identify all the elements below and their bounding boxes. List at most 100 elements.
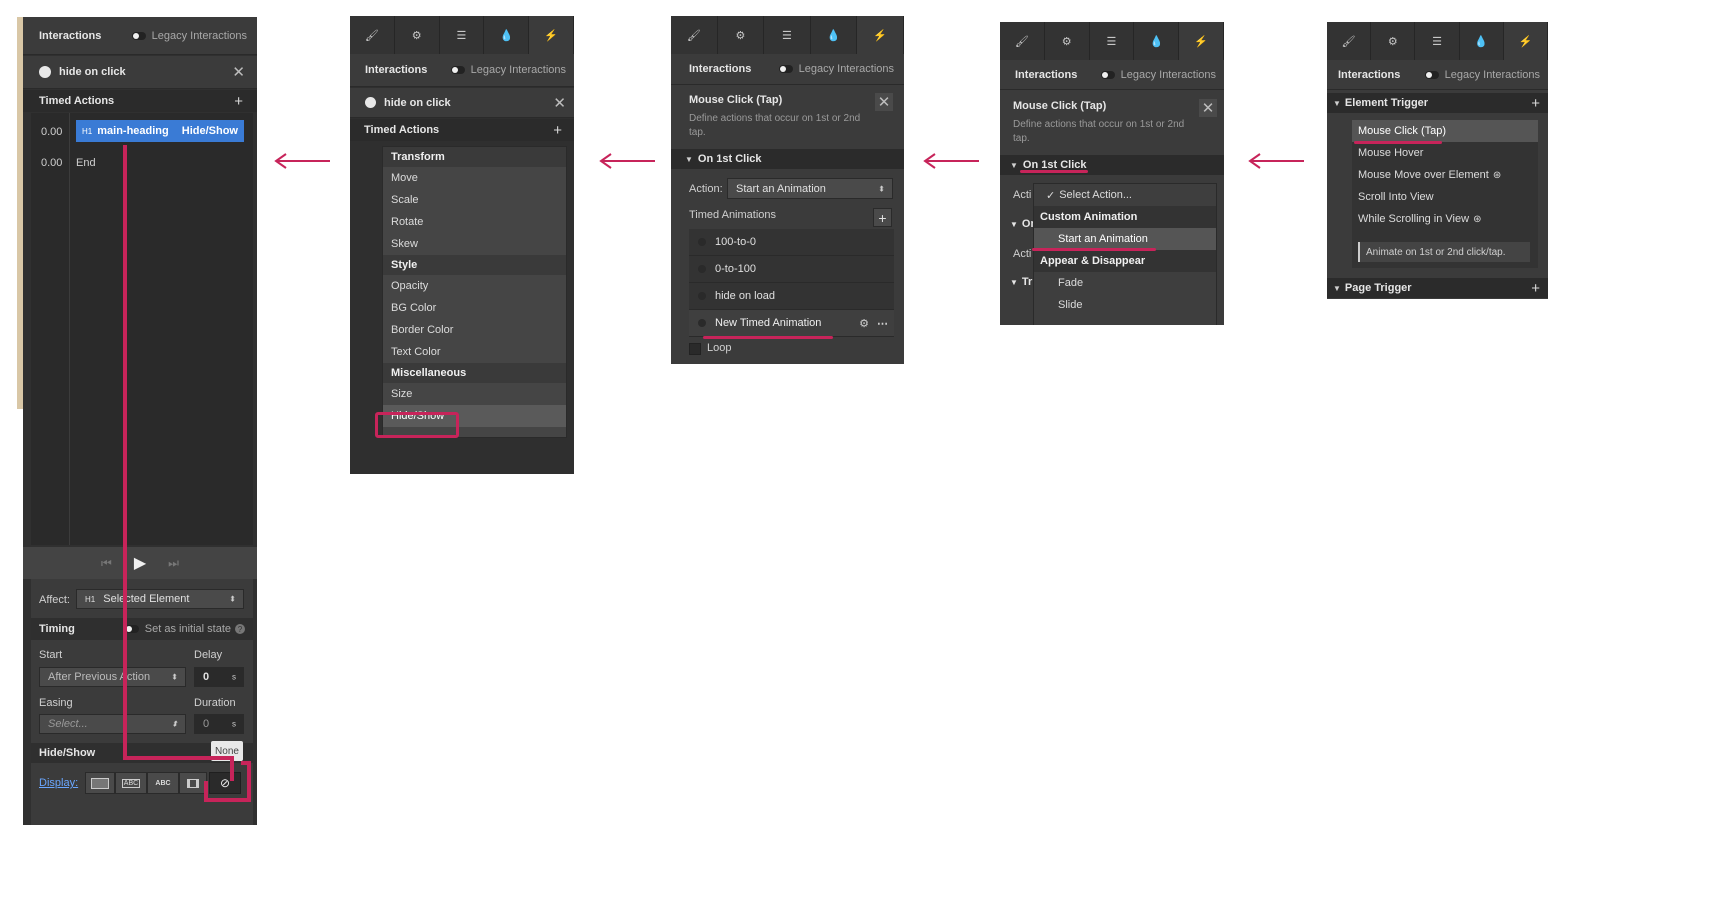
skip-back-icon[interactable]: ⏮ bbox=[101, 556, 112, 571]
add-action-icon[interactable]: + bbox=[234, 93, 243, 110]
page-trigger-label: Page Trigger bbox=[1344, 282, 1412, 294]
tab-interactions[interactable]: ⚡ bbox=[1179, 22, 1224, 60]
lightning-icon: ⚡ bbox=[544, 29, 558, 42]
dropdown-item-slide[interactable]: Slide bbox=[1034, 294, 1216, 316]
loop-label: Loop bbox=[707, 342, 732, 354]
tab-interactions[interactable]: ⚡ bbox=[529, 16, 574, 54]
tab-bar: 🖌 ⚙ ☰ 💧 ⚡ bbox=[671, 16, 904, 54]
skip-forward-icon[interactable]: ⏭ bbox=[168, 556, 179, 571]
play-icon[interactable]: ▶ bbox=[134, 553, 146, 573]
more-icon[interactable]: ⋯ bbox=[877, 317, 888, 330]
menu-item-rotate[interactable]: Rotate bbox=[383, 211, 566, 233]
tab-interactions[interactable]: ⚡ bbox=[857, 16, 904, 54]
display-block-button[interactable] bbox=[85, 772, 115, 794]
tab-settings[interactable]: ⚙ bbox=[1044, 22, 1090, 60]
drops-icon: 💧 bbox=[1474, 35, 1489, 48]
start-select[interactable]: After Previous Action ⬍ bbox=[39, 667, 186, 687]
duration-label: Duration bbox=[194, 697, 236, 709]
dropdown-item-start-animation[interactable]: Start an Animation bbox=[1034, 228, 1216, 250]
legacy-toggle[interactable] bbox=[131, 31, 146, 40]
add-action-icon[interactable]: + bbox=[553, 122, 562, 139]
action-label-partial: Acti bbox=[1013, 189, 1032, 201]
display-none-button[interactable]: ⊘ bbox=[209, 772, 241, 794]
help-icon[interactable]: ? bbox=[235, 624, 245, 634]
trigger-scroll-into-view[interactable]: Scroll Into View bbox=[1352, 186, 1538, 208]
add-page-trigger-icon[interactable]: + bbox=[1531, 280, 1540, 297]
legacy-toggle[interactable] bbox=[1100, 70, 1115, 79]
menu-item-move[interactable]: Move bbox=[383, 167, 566, 189]
tab-style[interactable]: 🖌 bbox=[1327, 22, 1372, 60]
dropdown-item-fade[interactable]: Fade bbox=[1034, 272, 1216, 294]
tab-navigator[interactable]: ☰ bbox=[1415, 22, 1460, 60]
dropdown-selected[interactable]: ✓ Select Action... bbox=[1034, 184, 1216, 206]
legacy-label: Legacy Interactions bbox=[151, 29, 247, 42]
menu-item-bg-color[interactable]: BG Color bbox=[383, 297, 566, 319]
tab-style[interactable]: 🖌 bbox=[350, 16, 395, 54]
timed-actions-header: Timed Actions + bbox=[23, 90, 257, 112]
delay-input[interactable]: 0 s bbox=[194, 667, 244, 687]
trigger-mouse-move[interactable]: Mouse Move over Element ⊛ bbox=[1352, 164, 1538, 186]
trigger-while-scrolling[interactable]: While Scrolling in View ⊛ bbox=[1352, 208, 1538, 230]
close-icon[interactable]: ✕ bbox=[553, 94, 566, 112]
menu-group-transform: Transform bbox=[383, 147, 566, 167]
animation-row[interactable]: hide on load bbox=[689, 283, 894, 310]
action-select[interactable]: Start an Animation ⬍ bbox=[727, 178, 893, 199]
annotation-bracket bbox=[241, 761, 251, 765]
display-inline-block-button[interactable]: ABC bbox=[115, 772, 147, 794]
affect-select[interactable]: H1 Selected Element ⬍ bbox=[76, 589, 244, 609]
tab-settings[interactable]: ⚙ bbox=[717, 16, 765, 54]
trigger-mouse-hover[interactable]: Mouse Hover bbox=[1352, 142, 1538, 164]
legacy-label: Legacy Interactions bbox=[470, 64, 566, 76]
legacy-toggle[interactable] bbox=[1424, 70, 1439, 79]
legacy-toggle[interactable] bbox=[778, 65, 793, 73]
action-value: Start an Animation bbox=[736, 182, 826, 195]
tab-swatches[interactable]: 💧 bbox=[1134, 22, 1180, 60]
tab-navigator[interactable]: ☰ bbox=[1089, 22, 1135, 60]
close-button[interactable]: ✕ bbox=[875, 93, 893, 111]
display-flex-button[interactable] bbox=[179, 772, 207, 794]
hideshow-label: Hide/Show bbox=[39, 747, 96, 759]
tab-style[interactable]: 🖌 bbox=[1000, 22, 1045, 60]
add-trigger-icon[interactable]: + bbox=[1531, 95, 1540, 112]
dropdown-group-custom: Custom Animation bbox=[1034, 206, 1216, 228]
add-animation-button[interactable]: + bbox=[873, 208, 892, 227]
trigger-mouse-click[interactable]: Mouse Click (Tap) bbox=[1352, 120, 1538, 142]
menu-item-opacity[interactable]: Opacity bbox=[383, 275, 566, 297]
animation-name: 0-to-100 bbox=[715, 263, 756, 275]
display-label: Display: bbox=[39, 777, 79, 789]
duration-input[interactable]: 0 s bbox=[194, 714, 244, 734]
close-icon: ✕ bbox=[877, 94, 891, 111]
tab-swatches[interactable]: 💧 bbox=[810, 16, 858, 54]
display-inline-button[interactable]: ABC bbox=[147, 772, 179, 794]
timeline-action-bar[interactable]: H1 main-heading Hide/Show bbox=[76, 120, 244, 142]
tab-settings[interactable]: ⚙ bbox=[1371, 22, 1416, 60]
lightning-icon: ⚡ bbox=[873, 29, 888, 42]
animation-row[interactable]: 0-to-100 bbox=[689, 256, 894, 283]
menu-item-text-color[interactable]: Text Color bbox=[383, 341, 566, 363]
easing-select[interactable]: Select... ⬍ bbox=[39, 714, 186, 734]
tab-swatches[interactable]: 💧 bbox=[484, 16, 530, 54]
delay-unit: s bbox=[232, 672, 236, 682]
close-button[interactable]: ✕ bbox=[1199, 99, 1217, 117]
close-icon[interactable]: ✕ bbox=[232, 63, 245, 81]
tab-settings[interactable]: ⚙ bbox=[394, 16, 440, 54]
loop-checkbox[interactable] bbox=[689, 343, 701, 355]
navigator-icon: ☰ bbox=[782, 29, 792, 42]
caret-down-icon: ▼ bbox=[1333, 283, 1341, 293]
tab-swatches[interactable]: 💧 bbox=[1459, 22, 1504, 60]
tab-interactions[interactable]: ⚡ bbox=[1503, 22, 1548, 60]
menu-item-size[interactable]: Size bbox=[383, 383, 566, 405]
on-first-click-header[interactable]: ▼ On 1st Click bbox=[671, 149, 904, 169]
tab-navigator[interactable]: ☰ bbox=[439, 16, 485, 54]
tab-style[interactable]: 🖌 bbox=[671, 16, 718, 54]
legacy-toggle[interactable] bbox=[450, 66, 465, 74]
delay-value: 0 bbox=[203, 671, 210, 683]
tab-navigator[interactable]: ☰ bbox=[764, 16, 811, 54]
animation-row-new[interactable]: New Timed Animation ⚙ ⋯ bbox=[689, 310, 894, 337]
menu-item-border-color[interactable]: Border Color bbox=[383, 319, 566, 341]
menu-item-skew[interactable]: Skew bbox=[383, 233, 566, 255]
annotation-underline bbox=[1032, 248, 1156, 251]
animation-row[interactable]: 100-to-0 bbox=[689, 229, 894, 256]
gear-icon[interactable]: ⚙ bbox=[859, 317, 869, 330]
menu-item-scale[interactable]: Scale bbox=[383, 189, 566, 211]
